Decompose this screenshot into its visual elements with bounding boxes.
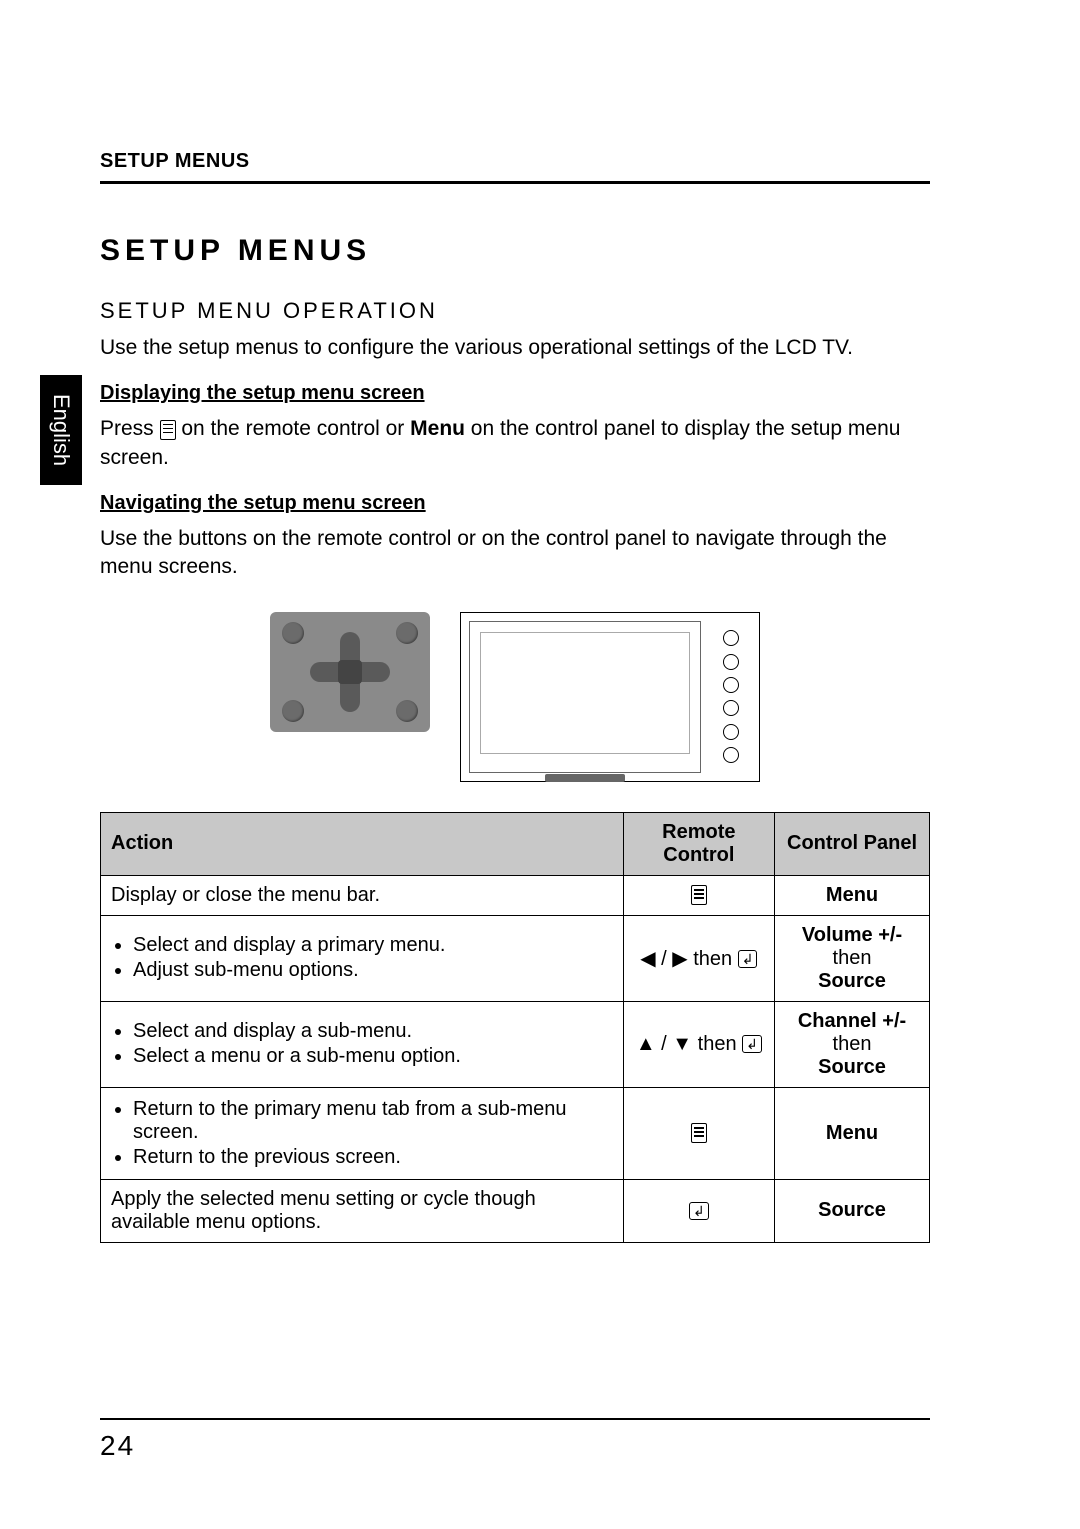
text: Source	[818, 970, 886, 992]
table-row: Select and display a primary menu. Adjus…	[101, 915, 930, 1001]
panel-cell: Channel +/- then Source	[775, 1001, 930, 1087]
remote-cell: ↲	[623, 1179, 774, 1242]
remote-button	[282, 700, 304, 722]
subheading-display: Displaying the setup menu screen	[100, 382, 930, 405]
right-arrow-icon: ▶	[672, 948, 687, 970]
list-item: Select and display a sub-menu.	[133, 1020, 613, 1043]
table-row: Display or close the menu bar. Menu	[101, 875, 930, 915]
language-tab: English	[40, 375, 82, 485]
remote-dpad	[310, 632, 390, 712]
table-row: Apply the selected menu setting or cycle…	[101, 1179, 930, 1242]
page-title: SETUP MENUS	[100, 234, 930, 268]
remote-control-diagram	[270, 612, 430, 732]
table-row: Select and display a sub-menu. Select a …	[101, 1001, 930, 1087]
remote-button	[282, 622, 304, 644]
remote-cell	[623, 1087, 774, 1179]
display-paragraph: Press on the remote control or Menu on t…	[100, 415, 930, 472]
remote-cell	[623, 875, 774, 915]
actions-table: Action Remote Control Control Panel Disp…	[100, 812, 930, 1243]
text: then	[688, 948, 738, 970]
list-item: Select a menu or a sub-menu option.	[133, 1045, 613, 1068]
list-item: Adjust sub-menu options.	[133, 959, 613, 982]
action-cell: Apply the selected menu setting or cycle…	[101, 1179, 624, 1242]
remote-cell: ◀ / ▶ then ↲	[623, 915, 774, 1001]
table-row: Return to the primary menu tab from a su…	[101, 1087, 930, 1179]
text: then	[692, 1033, 742, 1055]
text: Source	[818, 1056, 886, 1078]
subheading-navigate: Navigating the setup menu screen	[100, 492, 930, 515]
text: /	[656, 1033, 673, 1055]
text: on the remote control or	[176, 417, 411, 440]
panel-cell: Menu	[775, 1087, 930, 1179]
diagram-row	[100, 612, 930, 782]
tv-back-diagram	[469, 621, 701, 773]
left-arrow-icon: ◀	[640, 948, 655, 970]
panel-cell: Volume +/- then Source	[775, 915, 930, 1001]
col-panel: Control Panel	[775, 812, 930, 875]
menu-bold: Menu	[410, 417, 465, 440]
action-cell: Select and display a sub-menu. Select a …	[101, 1001, 624, 1087]
section-heading: SETUP MENU OPERATION	[100, 298, 930, 324]
list-item: Select and display a primary menu.	[133, 934, 613, 957]
menu-icon	[691, 1123, 707, 1143]
action-cell: Display or close the menu bar.	[101, 875, 624, 915]
text: Channel +/-	[798, 1010, 906, 1032]
list-item: Return to the previous screen.	[133, 1146, 613, 1169]
enter-icon: ↲	[738, 950, 758, 968]
navigate-paragraph: Use the buttons on the remote control or…	[100, 525, 930, 582]
action-cell: Return to the primary menu tab from a su…	[101, 1087, 624, 1179]
page-content: SETUP MENUS SETUP MENUS SETUP MENU OPERA…	[100, 150, 930, 1243]
col-action: Action	[101, 812, 624, 875]
enter-icon: ↲	[742, 1035, 762, 1053]
text: Press	[100, 417, 160, 440]
text: Volume +/-	[802, 924, 902, 946]
intro-text: Use the setup menus to configure the var…	[100, 334, 930, 362]
menu-icon	[160, 420, 176, 440]
text: /	[656, 948, 673, 970]
running-header: SETUP MENUS	[100, 150, 930, 173]
panel-cell: Menu	[775, 875, 930, 915]
menu-icon	[691, 885, 707, 905]
remote-cell: ▲ / ▼ then ↲	[623, 1001, 774, 1087]
tv-side-buttons	[711, 621, 751, 773]
col-remote: Remote Control	[623, 812, 774, 875]
panel-cell: Source	[775, 1179, 930, 1242]
tv-control-panel-diagram	[460, 612, 760, 782]
remote-button	[396, 622, 418, 644]
up-arrow-icon: ▲	[636, 1033, 656, 1055]
down-arrow-icon: ▼	[672, 1033, 692, 1055]
enter-icon: ↲	[689, 1202, 709, 1220]
page-number: 24	[100, 1430, 135, 1462]
action-cell: Select and display a primary menu. Adjus…	[101, 915, 624, 1001]
remote-button	[396, 700, 418, 722]
list-item: Return to the primary menu tab from a su…	[133, 1098, 613, 1144]
header-rule	[100, 181, 930, 184]
text: then	[833, 1033, 872, 1055]
footer-rule	[100, 1418, 930, 1420]
text: then	[833, 947, 872, 969]
